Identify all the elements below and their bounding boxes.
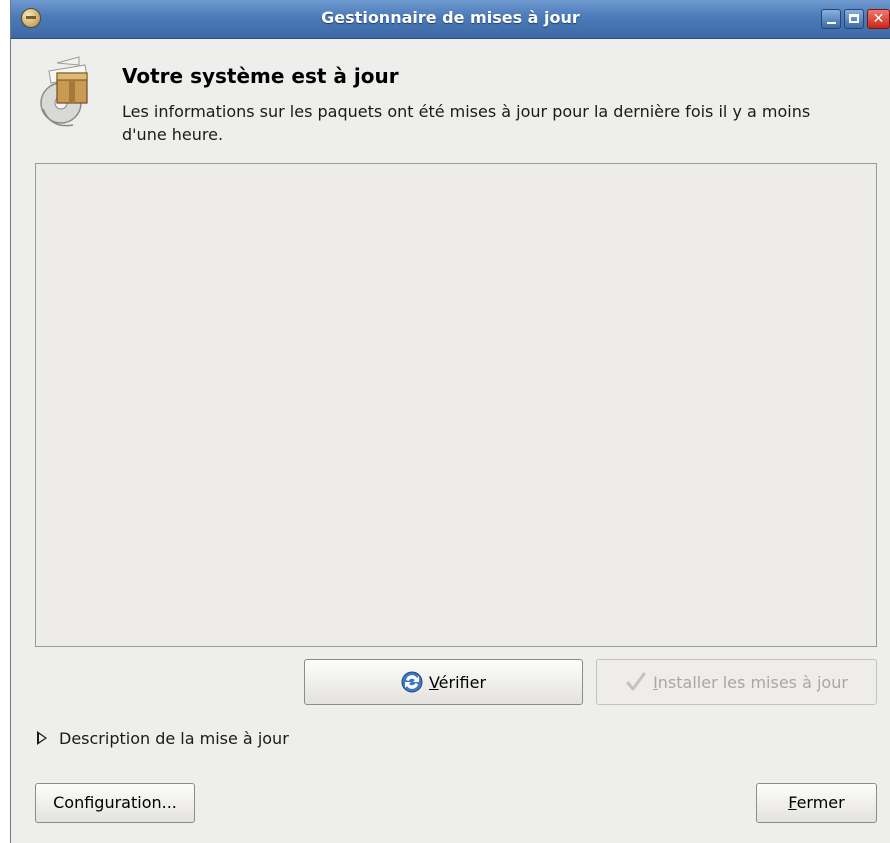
- close-icon: ✕: [872, 11, 885, 27]
- close-button-label: Fermer: [788, 793, 845, 812]
- check-button-label: Vérifier: [428, 672, 487, 692]
- status-heading: Votre système est à jour: [122, 64, 399, 88]
- status-message: Les informations sur les paquets ont été…: [122, 102, 811, 144]
- minimize-icon: [827, 22, 836, 24]
- package-update-icon: [40, 56, 88, 127]
- close-window-button[interactable]: ✕: [867, 9, 890, 29]
- expander-label: Description de la mise à jour: [59, 729, 289, 748]
- maximize-icon: [849, 14, 859, 23]
- update-manager-window: Gestionnaire de mises à jour ✕ Votre sys…: [10, 0, 890, 843]
- check-button[interactable]: Vérifier: [304, 659, 583, 705]
- refresh-icon: [401, 671, 423, 693]
- expander-arrow-icon: [37, 730, 47, 745]
- install-updates-label: Installer les mises à jour: [653, 672, 848, 692]
- configuration-button[interactable]: Configuration...: [35, 783, 195, 823]
- update-description-expander[interactable]: Description de la mise à jour: [37, 729, 289, 748]
- window-title: Gestionnaire de mises à jour: [321, 8, 580, 27]
- close-button[interactable]: Fermer: [756, 783, 877, 823]
- title-bar[interactable]: Gestionnaire de mises à jour ✕: [11, 0, 890, 39]
- minimize-button[interactable]: [821, 9, 841, 29]
- checkmark-icon: [626, 672, 646, 691]
- maximize-button[interactable]: [844, 9, 864, 29]
- updates-list[interactable]: [35, 163, 877, 647]
- install-updates-button[interactable]: Installer les mises à jour: [596, 659, 877, 705]
